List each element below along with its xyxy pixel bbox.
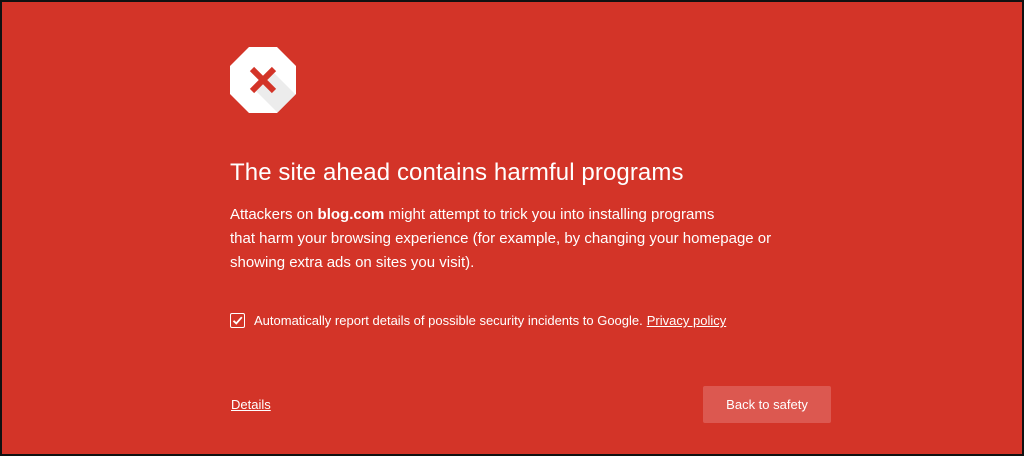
interstitial-main-content: The site ahead contains harmful programs…: [230, 47, 832, 328]
explanation-text: that harm your browsing experience (for …: [230, 230, 772, 247]
back-to-safety-button[interactable]: Back to safety: [703, 386, 831, 423]
stop-sign-x-icon: [230, 47, 296, 113]
explanation-text: might attempt to trick you into installi…: [384, 206, 715, 223]
checkmark-icon: [232, 316, 243, 325]
malware-interstitial: The site ahead contains harmful programs…: [0, 0, 1024, 456]
explanation-text: showing extra ads on sites you visit).: [230, 254, 475, 271]
report-label[interactable]: Automatically report details of possible…: [254, 313, 643, 328]
explanation-text: Attackers on: [230, 206, 318, 223]
site-domain: blog.com: [317, 206, 385, 223]
details-link[interactable]: Details: [231, 397, 271, 412]
page-title: The site ahead contains harmful programs: [230, 159, 684, 186]
warning-explanation: Attackers on blog.com might attempt to t…: [230, 203, 790, 275]
report-opt-in: Automatically report details of possible…: [230, 313, 832, 328]
report-checkbox[interactable]: [230, 313, 245, 328]
privacy-policy-link[interactable]: Privacy policy: [647, 313, 726, 328]
